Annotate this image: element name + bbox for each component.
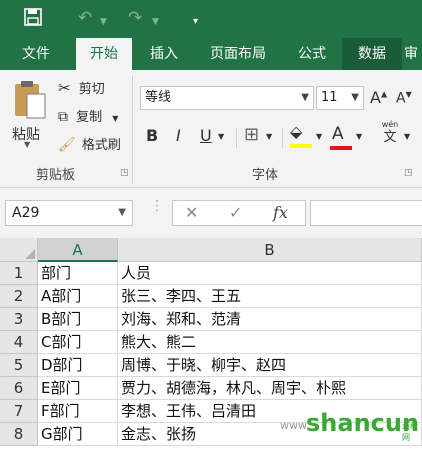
fill-color-icon[interactable]: ⬙ xyxy=(290,122,312,148)
bold-button[interactable]: B xyxy=(146,126,158,145)
cell-b[interactable]: 刘海、郑和、范清 xyxy=(118,308,422,331)
cell-a[interactable]: B部门 xyxy=(38,308,118,331)
undo-dropdown-icon[interactable]: ▼ xyxy=(100,12,107,32)
font-color-dropdown-icon[interactable]: ▼ xyxy=(356,132,362,141)
paste-button[interactable]: 粘贴 ▼ xyxy=(8,74,50,152)
cut-button[interactable]: ✂ 剪切 xyxy=(58,78,105,97)
cell-a[interactable]: G部门 xyxy=(38,423,118,446)
watermark-sub: 山村网 xyxy=(402,422,418,442)
font-color-swatch xyxy=(330,146,352,150)
row-header[interactable]: 5 xyxy=(0,354,38,377)
chevron-down-icon: ▼ xyxy=(301,92,309,103)
chevron-down-icon: ▼ xyxy=(118,207,126,218)
font-launcher-icon[interactable]: ◳ xyxy=(404,168,413,178)
font-group-label: 字体 xyxy=(252,168,279,183)
chevron-down-icon: ▼ xyxy=(351,92,359,103)
customize-qat-icon[interactable]: ▾ xyxy=(193,12,198,32)
font-color-letter: A xyxy=(332,124,344,144)
fill-dropdown-icon[interactable]: ▼ xyxy=(316,132,322,141)
tab-review[interactable]: 审 xyxy=(404,38,422,70)
font-name-value: 等线 xyxy=(145,90,172,105)
quick-access-toolbar: ↶ ▼ ↷ ▼ ▾ xyxy=(0,0,422,38)
formula-input[interactable] xyxy=(310,200,422,226)
paste-icon xyxy=(15,81,46,119)
column-header-b[interactable]: B xyxy=(118,238,422,262)
formula-bar-grip-icon: ⋮ xyxy=(150,198,164,214)
cell-a[interactable]: E部门 xyxy=(38,377,118,400)
cell-b[interactable]: 熊大、熊二 xyxy=(118,331,422,354)
scissors-icon: ✂ xyxy=(58,79,71,97)
select-all-button[interactable] xyxy=(0,238,38,262)
cell-a[interactable]: D部门 xyxy=(38,354,118,377)
cut-label: 剪切 xyxy=(78,82,105,97)
redo-dropdown-icon[interactable]: ▼ xyxy=(152,12,159,32)
font-size-value: 11 xyxy=(321,90,338,105)
clipboard-launcher-icon[interactable]: ◳ xyxy=(120,168,129,178)
paste-dropdown-icon[interactable]: ▼ xyxy=(24,140,30,149)
group-divider xyxy=(132,76,133,184)
undo-icon[interactable]: ↶ xyxy=(78,8,92,28)
divider xyxy=(282,128,283,148)
save-icon[interactable] xyxy=(24,8,42,31)
cell-a[interactable]: 部门 xyxy=(38,262,118,285)
tab-home[interactable]: 开始 xyxy=(76,38,132,70)
copy-dropdown-icon[interactable]: ▼ xyxy=(112,114,118,123)
insert-function-icon[interactable]: fx xyxy=(273,203,288,222)
tab-data[interactable]: 数据 xyxy=(342,38,402,70)
cell-a[interactable]: F部门 xyxy=(38,400,118,423)
borders-icon[interactable]: ⊞ xyxy=(244,124,259,145)
brush-icon: 🖌 xyxy=(58,137,76,153)
copy-button[interactable]: ⧉ 复制 ▼ xyxy=(58,106,118,125)
ribbon-tabs: 文件 开始 插入 页面布局 公式 数据 审 xyxy=(0,38,422,70)
decrease-font-size-icon[interactable]: A▼ xyxy=(396,90,412,107)
row-header[interactable]: 4 xyxy=(0,331,38,354)
paint-bucket-icon: ⬙ xyxy=(290,122,303,141)
cancel-icon[interactable]: ✕ xyxy=(185,203,198,222)
row-header[interactable]: 2 xyxy=(0,285,38,308)
cell-b[interactable]: 人员 xyxy=(118,262,422,285)
format-painter-button[interactable]: 🖌 格式刷 xyxy=(58,134,121,153)
clipboard-group-label: 剪贴板 xyxy=(36,168,76,183)
row-header[interactable]: 7 xyxy=(0,400,38,423)
borders-dropdown-icon[interactable]: ▼ xyxy=(266,132,272,141)
tab-page-layout[interactable]: 页面布局 xyxy=(196,38,280,70)
tab-insert[interactable]: 插入 xyxy=(136,38,192,70)
divider xyxy=(236,128,237,148)
name-box[interactable]: A29 ▼ xyxy=(5,200,133,226)
tab-formulas[interactable]: 公式 xyxy=(284,38,340,70)
copy-icon: ⧉ xyxy=(58,109,68,125)
underline-button[interactable]: U xyxy=(200,126,212,145)
tab-file[interactable]: 文件 xyxy=(8,38,64,70)
formula-bar: A29 ▼ ⋮ ✕ ✓ fx xyxy=(0,188,422,238)
row-header[interactable]: 1 xyxy=(0,262,38,285)
column-header-a[interactable]: A xyxy=(38,238,118,262)
phonetic-label: wén xyxy=(381,120,399,129)
increase-font-size-icon[interactable]: A▲ xyxy=(370,88,387,107)
cell-b[interactable]: 张三、李四、王五 xyxy=(118,285,422,308)
font-size-combo[interactable]: 11 ▼ xyxy=(316,86,364,110)
font-color-icon[interactable]: A xyxy=(330,124,352,150)
italic-button[interactable]: I xyxy=(176,126,181,145)
font-name-combo[interactable]: 等线 ▼ xyxy=(140,86,314,110)
ribbon: 粘贴 ▼ ✂ 剪切 ⧉ 复制 ▼ 🖌 格式刷 剪贴板 ◳ 等线 ▼ 11 ▼ A… xyxy=(0,70,422,188)
name-box-value: A29 xyxy=(12,205,40,221)
cell-a[interactable]: A部门 xyxy=(38,285,118,308)
highlight-swatch xyxy=(290,144,312,148)
phonetic-dropdown-icon[interactable]: ▼ xyxy=(404,132,410,141)
cell-b[interactable]: 周博、于晓、柳宇、赵四 xyxy=(118,354,422,377)
format-painter-label: 格式刷 xyxy=(81,138,121,153)
row-header[interactable]: 6 xyxy=(0,377,38,400)
enter-icon[interactable]: ✓ xyxy=(229,203,242,222)
watermark-logo: www. shancun 山村网 xyxy=(280,405,422,445)
row-header[interactable]: 3 xyxy=(0,308,38,331)
cell-a[interactable]: C部门 xyxy=(38,331,118,354)
cell-b[interactable]: 贾力、胡德海，林凡、周宇、朴熙 xyxy=(118,377,422,400)
copy-label: 复制 xyxy=(76,110,103,125)
row-header[interactable]: 8 xyxy=(0,423,38,446)
formula-buttons: ✕ ✓ fx xyxy=(172,200,306,226)
phonetic-guide-icon[interactable]: wén 文 xyxy=(378,120,402,146)
phonetic-char: 文 xyxy=(383,130,397,145)
underline-dropdown-icon[interactable]: ▼ xyxy=(218,132,224,141)
redo-icon[interactable]: ↷ xyxy=(128,8,142,28)
